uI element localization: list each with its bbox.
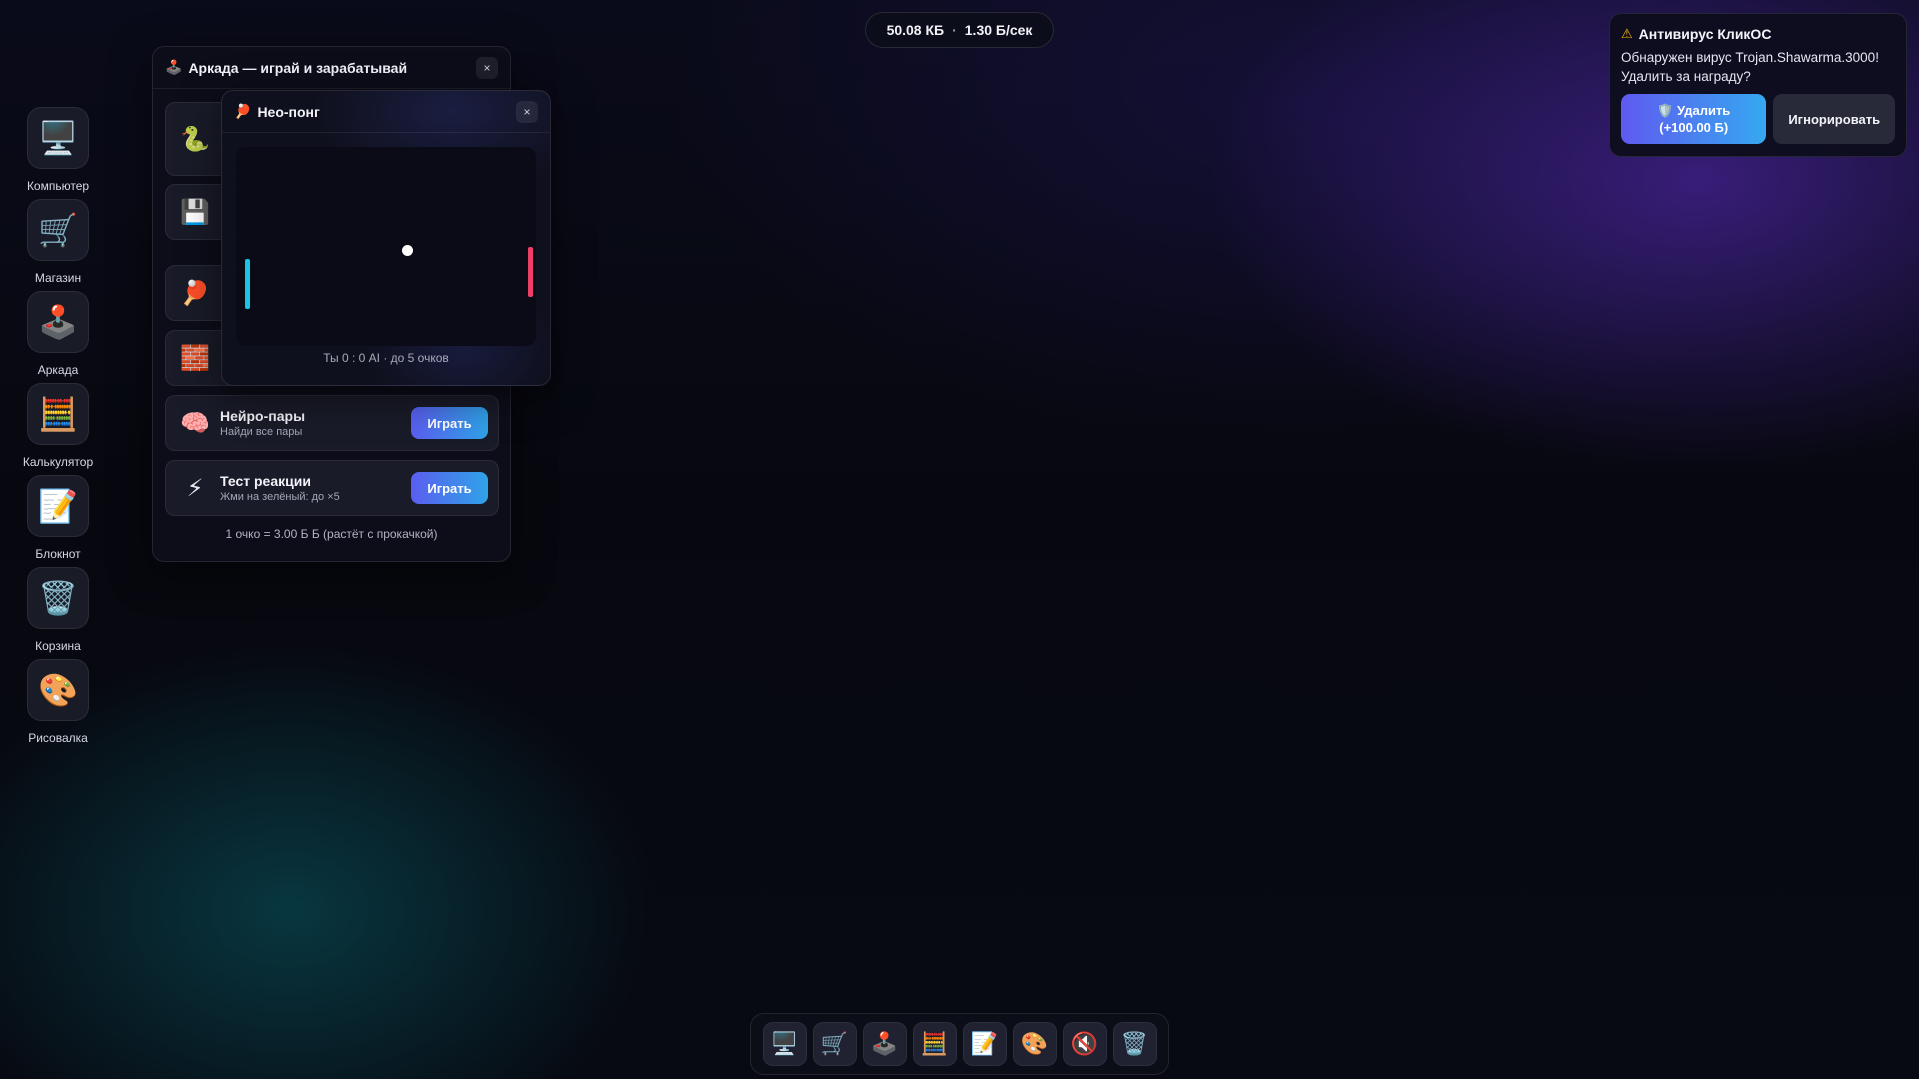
desktop-label: Магазин — [34, 271, 82, 285]
desktop-item-paint[interactable]: 🎨 Рисовалка — [14, 659, 102, 751]
ai-paddle — [528, 247, 533, 297]
warning-icon: ⚠ — [1621, 26, 1633, 41]
ping-pong-icon: 🏓 — [234, 103, 252, 119]
arcade-close-button[interactable]: × — [476, 56, 498, 79]
points-conversion-note: 1 очко = 3.00 Б Б (растёт с прокачкой) — [225, 527, 438, 541]
snake-icon: 🐍 — [180, 125, 210, 153]
notepad-icon[interactable]: 📝 — [962, 1022, 1007, 1066]
game-description: Жми на зелёный: до ×5 — [220, 491, 340, 503]
game-description: Найди все пары — [220, 426, 303, 438]
player-paddle[interactable] — [245, 259, 250, 309]
game-card-reaction-test: ⚡ Тест реакции Жми на зелёный: до ×5 Игр… — [165, 460, 499, 516]
desktop-icons: 🖥️ Компьютер 🛒 Магазин 🕹️ Аркада 🧮 Кальк… — [14, 107, 102, 751]
ping-pong-icon: 🏓 — [180, 279, 210, 307]
pong-window: 🏓 Нео-понг × Ты 0 : 0 AI · до 5 очков — [221, 90, 551, 386]
computer-icon[interactable]: 🖥️ — [762, 1022, 807, 1066]
desktop-item-computer[interactable]: 🖥️ Компьютер — [14, 107, 102, 199]
desktop-label: Рисовалка — [28, 731, 88, 745]
delete-virus-reward: (+100.00 Б) — [1659, 120, 1729, 135]
arcade-title: Аркада — играй и зарабатывай — [188, 59, 408, 76]
antivirus-message: Обнаружен вирус Trojan.Shawarma.3000! Уд… — [1621, 50, 1879, 84]
notepad-icon[interactable]: 📝 — [27, 475, 89, 537]
income-rate: 1.30 Б/сек — [964, 22, 1033, 38]
pong-playfield[interactable] — [236, 147, 536, 346]
palette-icon[interactable]: 🎨 — [27, 659, 89, 721]
balance-value: 50.08 КБ — [886, 22, 945, 38]
floppy-disk-icon: 💾 — [180, 198, 210, 226]
desktop-item-calculator[interactable]: 🧮 Калькулятор — [14, 383, 102, 475]
lightning-icon: ⚡ — [186, 474, 204, 502]
desktop-label: Аркада — [37, 363, 79, 377]
computer-icon[interactable]: 🖥️ — [27, 107, 89, 169]
pong-score: Ты 0 : 0 AI · до 5 очков — [323, 351, 449, 365]
antivirus-notification: ⚠ Антивирус КликОС Обнаружен вирус Troja… — [1609, 13, 1907, 157]
bricks-icon: 🧱 — [180, 344, 210, 372]
joystick-icon[interactable]: 🕹️ — [862, 1022, 907, 1066]
desktop-label: Блокнот — [35, 547, 81, 561]
game-card-neuro-pairs: 🧠 Нейро-пары Найди все пары Играть — [165, 395, 499, 451]
delete-virus-label: 🛡️ Удалить — [1657, 103, 1731, 118]
mute-icon[interactable]: 🔇 — [1062, 1022, 1107, 1066]
abacus-icon[interactable]: 🧮 — [27, 383, 89, 445]
shopping-cart-icon[interactable]: 🛒 — [812, 1022, 857, 1066]
brain-icon: 🧠 — [180, 409, 210, 437]
arcade-titlebar[interactable]: 🕹️ Аркада — играй и зарабатывай × — [153, 47, 510, 89]
joystick-icon: 🕹️ — [165, 59, 183, 75]
stats-separator: · — [952, 22, 957, 38]
joystick-icon[interactable]: 🕹️ — [27, 291, 89, 353]
pong-titlebar[interactable]: 🏓 Нео-понг × — [222, 91, 550, 133]
balance-pill: 50.08 КБ · 1.30 Б/сек — [865, 12, 1054, 48]
trash-icon[interactable]: 🗑️ — [1112, 1022, 1157, 1066]
game-name: Нейро-пары — [220, 408, 306, 424]
taskbar: 🖥️ 🛒 🕹️ 🧮 📝 🎨 🔇 🗑️ — [750, 1013, 1169, 1075]
desktop-item-notepad[interactable]: 📝 Блокнот — [14, 475, 102, 567]
game-name: Тест реакции — [220, 473, 311, 489]
pong-title: Нео-понг — [257, 103, 320, 120]
desktop-item-shop[interactable]: 🛒 Магазин — [14, 199, 102, 291]
antivirus-title: Антивирус КликОС — [1638, 26, 1772, 42]
desktop-label: Калькулятор — [22, 455, 94, 469]
desktop-item-trash[interactable]: 🗑️ Корзина — [14, 567, 102, 659]
shopping-cart-icon[interactable]: 🛒 — [27, 199, 89, 261]
desktop-label: Корзина — [35, 639, 81, 653]
pong-close-button[interactable]: × — [516, 100, 538, 123]
trash-icon[interactable]: 🗑️ — [27, 567, 89, 629]
desktop-label: Компьютер — [26, 179, 90, 193]
palette-icon[interactable]: 🎨 — [1012, 1022, 1057, 1066]
ignore-virus-button[interactable]: Игнорировать — [1773, 94, 1895, 144]
desktop-item-arcade[interactable]: 🕹️ Аркада — [14, 291, 102, 383]
play-neuro-pairs-button[interactable]: Играть — [411, 407, 488, 439]
abacus-icon[interactable]: 🧮 — [912, 1022, 957, 1066]
play-reaction-test-button[interactable]: Играть — [411, 472, 488, 504]
pong-ball — [402, 245, 413, 256]
delete-virus-button[interactable]: 🛡️ Удалить (+100.00 Б) — [1621, 94, 1767, 144]
